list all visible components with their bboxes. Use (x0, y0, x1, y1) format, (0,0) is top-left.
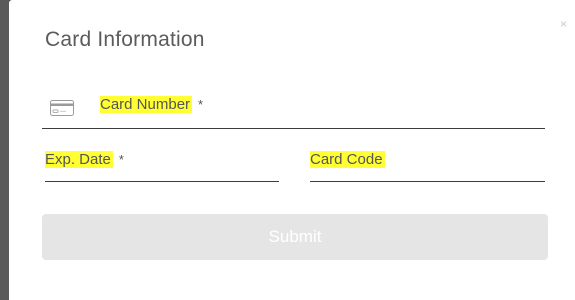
card-code-label-text: Card Code (310, 151, 385, 168)
credit-card-icon (50, 100, 74, 116)
exp-date-label-text: Exp. Date (45, 151, 113, 168)
exp-date-input[interactable] (45, 181, 279, 182)
required-mark: * (118, 152, 124, 167)
close-icon[interactable]: × (560, 18, 567, 30)
modal-backdrop (0, 0, 9, 300)
exp-date-label: Exp. Date * (45, 151, 124, 168)
card-number-label: Card Number * (100, 96, 203, 113)
card-code-label: Card Code (310, 151, 385, 168)
card-number-label-text: Card Number (100, 96, 193, 113)
modal-title: Card Information (45, 28, 205, 51)
card-code-input[interactable] (310, 181, 545, 182)
required-mark: * (198, 97, 204, 112)
card-info-modal: × Card Information Card Number * Exp. Dat… (9, 0, 575, 300)
submit-button[interactable]: Submit (42, 214, 548, 260)
card-number-input[interactable] (42, 128, 545, 129)
